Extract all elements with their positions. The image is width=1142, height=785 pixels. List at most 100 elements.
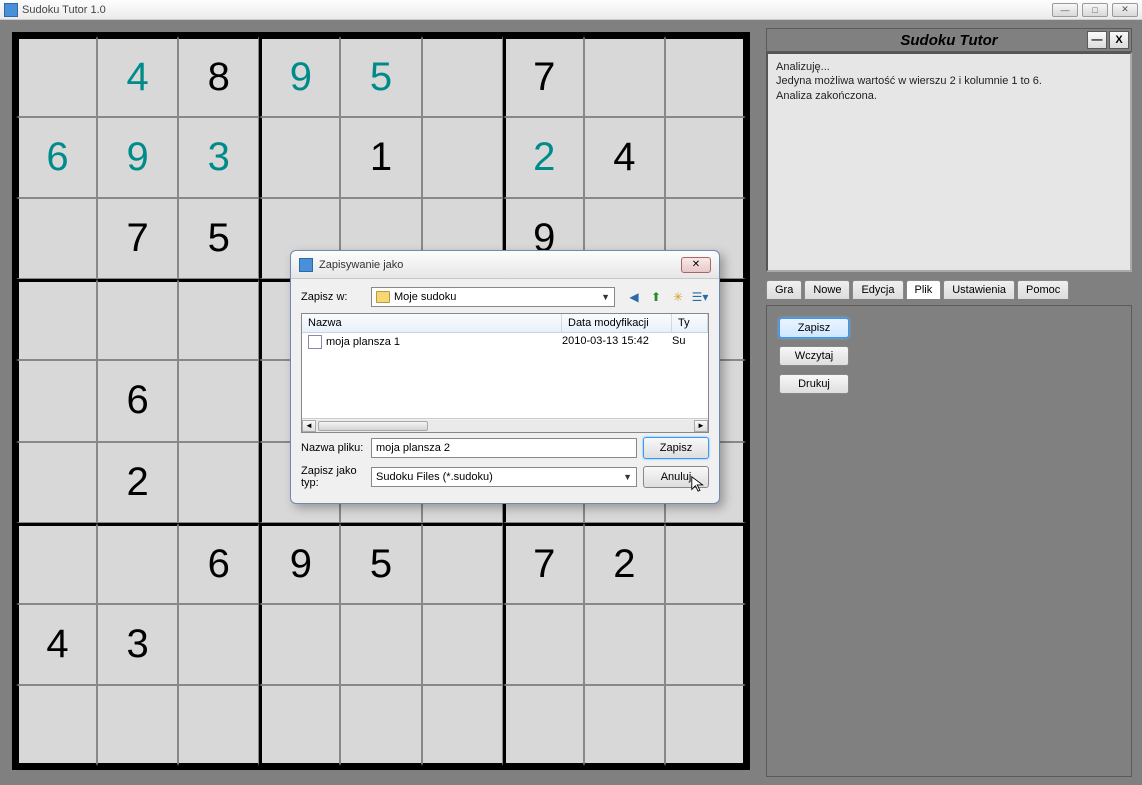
save-in-combo[interactable]: Moje sudoku ▼ <box>371 287 615 307</box>
sudoku-cell[interactable] <box>422 604 503 685</box>
sudoku-cell[interactable] <box>97 523 178 604</box>
sudoku-cell[interactable] <box>584 685 665 766</box>
sudoku-cell[interactable]: 2 <box>97 442 178 523</box>
sudoku-cell[interactable]: 9 <box>97 117 178 198</box>
sudoku-cell[interactable]: 4 <box>16 604 97 685</box>
sudoku-cell[interactable] <box>665 604 746 685</box>
sudoku-cell[interactable]: 5 <box>178 198 259 279</box>
up-folder-icon[interactable]: ⬆ <box>647 288 665 306</box>
sudoku-cell[interactable] <box>16 523 97 604</box>
sudoku-cell[interactable] <box>665 685 746 766</box>
sudoku-cell[interactable]: 7 <box>503 36 584 117</box>
tab-ustawienia[interactable]: Ustawienia <box>943 280 1015 299</box>
sudoku-cell[interactable]: 7 <box>97 198 178 279</box>
print-button[interactable]: Drukuj <box>779 374 849 394</box>
sudoku-cell[interactable]: 1 <box>340 117 421 198</box>
scroll-right-icon[interactable]: ► <box>694 420 708 432</box>
sudoku-cell[interactable] <box>584 36 665 117</box>
file-list-header[interactable]: Nazwa Data modyfikacji Ty <box>302 314 708 333</box>
sudoku-cell[interactable] <box>665 117 746 198</box>
tutor-log: Analizuję... Jedyna możliwa wartość w wi… <box>766 52 1132 272</box>
close-button[interactable]: ✕ <box>1112 3 1138 17</box>
sudoku-cell[interactable] <box>178 442 259 523</box>
sudoku-cell[interactable]: 2 <box>503 117 584 198</box>
col-date[interactable]: Data modyfikacji <box>562 314 672 332</box>
sudoku-cell[interactable] <box>259 685 340 766</box>
sudoku-cell[interactable] <box>422 117 503 198</box>
filetype-combo[interactable]: Sudoku Files (*.sudoku) ▼ <box>371 467 637 487</box>
dialog-icon <box>299 258 313 272</box>
sudoku-cell[interactable] <box>178 685 259 766</box>
sudoku-cell[interactable] <box>178 360 259 441</box>
tab-plik[interactable]: Plik <box>906 280 942 299</box>
sudoku-cell[interactable] <box>665 523 746 604</box>
sudoku-cell[interactable]: 6 <box>16 117 97 198</box>
sudoku-cell[interactable]: 8 <box>178 36 259 117</box>
sudoku-cell[interactable] <box>16 442 97 523</box>
tab-pomoc[interactable]: Pomoc <box>1017 280 1069 299</box>
new-folder-icon[interactable]: ✳ <box>669 288 687 306</box>
sudoku-cell[interactable] <box>178 279 259 360</box>
sudoku-cell[interactable] <box>503 604 584 685</box>
sudoku-cell[interactable] <box>340 604 421 685</box>
dialog-cancel-button[interactable]: Anuluj <box>643 466 709 488</box>
save-as-dialog: Zapisywanie jako ✕ Zapisz w: Moje sudoku… <box>290 250 720 504</box>
sudoku-cell[interactable] <box>97 685 178 766</box>
sudoku-cell[interactable]: 9 <box>259 36 340 117</box>
tab-content-plik: Zapisz Wczytaj Drukuj <box>766 305 1132 777</box>
maximize-button[interactable]: □ <box>1082 3 1108 17</box>
sudoku-cell[interactable] <box>422 523 503 604</box>
sudoku-cell[interactable]: 7 <box>503 523 584 604</box>
tab-edycja[interactable]: Edycja <box>852 280 903 299</box>
sudoku-cell[interactable]: 2 <box>584 523 665 604</box>
folder-icon <box>376 291 390 303</box>
tutor-minimize-button[interactable]: — <box>1087 31 1107 49</box>
tab-nowe[interactable]: Nowe <box>804 280 850 299</box>
sudoku-cell[interactable]: 6 <box>178 523 259 604</box>
sudoku-cell[interactable] <box>340 685 421 766</box>
sudoku-cell[interactable] <box>178 604 259 685</box>
filename-label: Nazwa pliku: <box>301 442 365 454</box>
minimize-button[interactable]: — <box>1052 3 1078 17</box>
dialog-close-button[interactable]: ✕ <box>681 257 711 273</box>
back-icon[interactable]: ◀ <box>625 288 643 306</box>
sudoku-cell[interactable] <box>16 360 97 441</box>
view-menu-icon[interactable]: ☰▾ <box>691 288 709 306</box>
tutor-title: Sudoku Tutor <box>900 32 997 49</box>
sudoku-cell[interactable] <box>422 36 503 117</box>
sudoku-cell[interactable]: 6 <box>97 360 178 441</box>
sudoku-cell[interactable]: 4 <box>584 117 665 198</box>
sudoku-cell[interactable] <box>665 36 746 117</box>
sudoku-cell[interactable]: 4 <box>97 36 178 117</box>
sudoku-cell[interactable]: 9 <box>259 523 340 604</box>
sudoku-cell[interactable] <box>259 604 340 685</box>
tab-gra[interactable]: Gra <box>766 280 802 299</box>
sudoku-cell[interactable] <box>422 685 503 766</box>
sudoku-cell[interactable] <box>584 604 665 685</box>
sudoku-cell[interactable] <box>97 279 178 360</box>
sudoku-cell[interactable] <box>16 198 97 279</box>
col-name[interactable]: Nazwa <box>302 314 562 332</box>
scroll-thumb[interactable] <box>318 421 428 431</box>
file-row[interactable]: moja plansza 1 2010-03-13 15:42 Su <box>302 333 708 351</box>
sudoku-cell[interactable] <box>16 279 97 360</box>
sudoku-cell[interactable] <box>503 685 584 766</box>
save-button[interactable]: Zapisz <box>779 318 849 338</box>
sudoku-cell[interactable] <box>16 685 97 766</box>
sudoku-cell[interactable]: 5 <box>340 36 421 117</box>
load-button[interactable]: Wczytaj <box>779 346 849 366</box>
col-type[interactable]: Ty <box>672 314 708 332</box>
sudoku-cell[interactable]: 5 <box>340 523 421 604</box>
filename-input[interactable] <box>371 438 637 458</box>
scroll-left-icon[interactable]: ◄ <box>302 420 316 432</box>
sudoku-cell[interactable]: 3 <box>178 117 259 198</box>
tutor-close-button[interactable]: X <box>1109 31 1129 49</box>
sudoku-cell[interactable] <box>16 36 97 117</box>
filetype-label: Zapisz jako typ: <box>301 465 365 489</box>
sudoku-cell[interactable] <box>259 117 340 198</box>
dialog-save-button[interactable]: Zapisz <box>643 437 709 459</box>
sudoku-cell[interactable]: 3 <box>97 604 178 685</box>
log-line: Analizuję... <box>776 60 1122 74</box>
file-list[interactable]: Nazwa Data modyfikacji Ty moja plansza 1… <box>301 313 709 433</box>
horizontal-scrollbar[interactable]: ◄ ► <box>302 418 708 432</box>
